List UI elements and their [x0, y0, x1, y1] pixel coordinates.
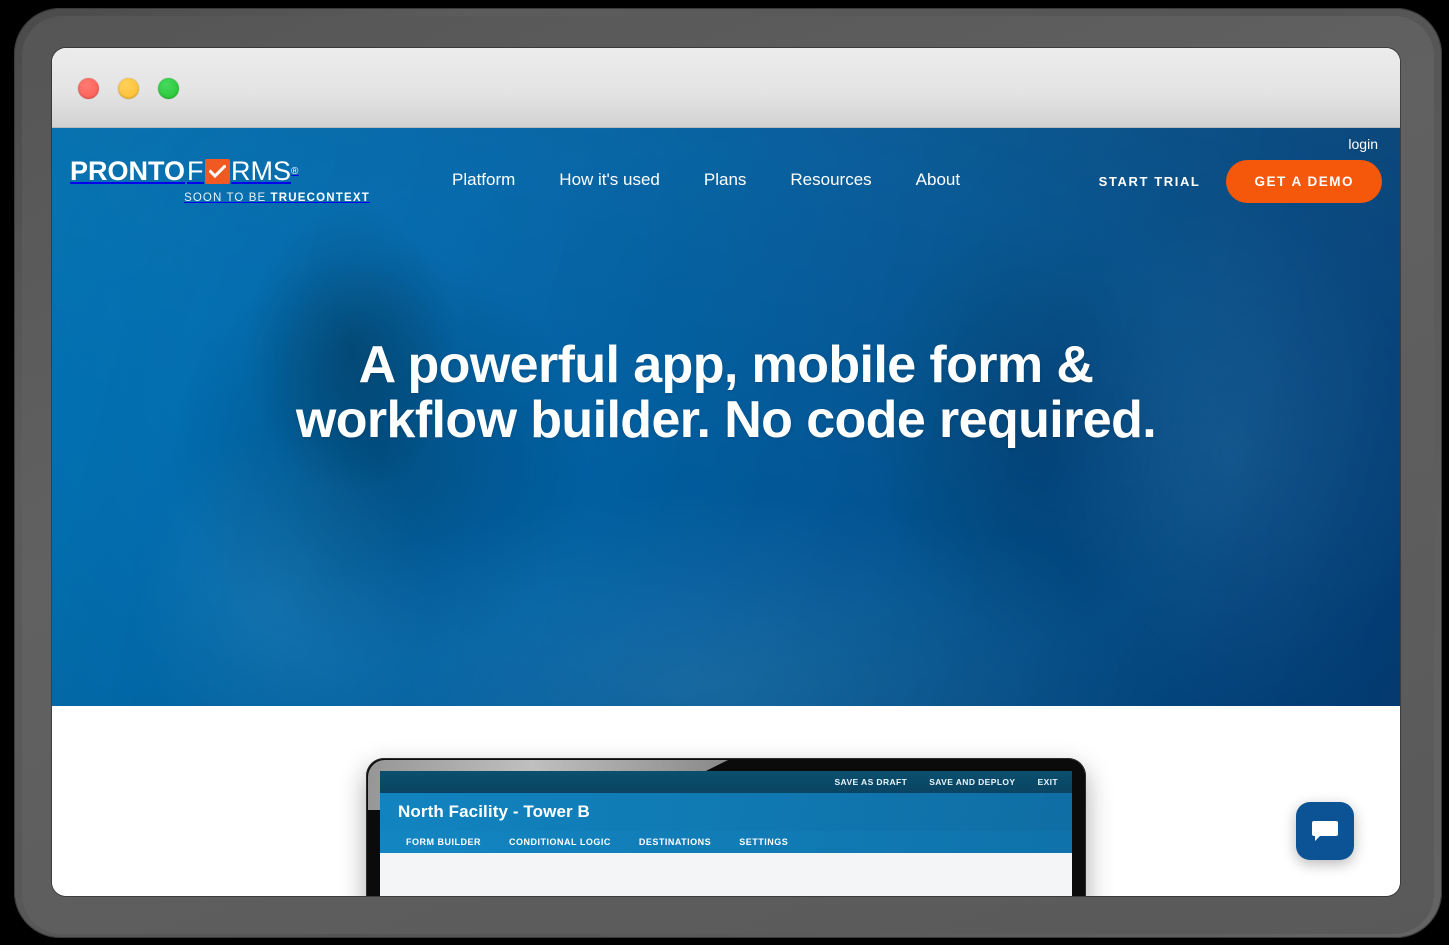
- close-button[interactable]: [78, 78, 99, 99]
- header-action-row: START TRIAL GET A DEMO: [1099, 160, 1382, 203]
- save-and-deploy-button[interactable]: SAVE AND DEPLOY: [929, 777, 1015, 787]
- nav-item-platform[interactable]: Platform: [452, 170, 515, 190]
- hero-section: PRONTO F RMS ® SOON TO BE TRUECONTEXT Platf…: [52, 128, 1400, 706]
- app-title-bar: North Facility - Tower B: [380, 793, 1072, 831]
- main-navigation: Platform How it's used Plans Resources A…: [452, 170, 960, 190]
- chat-bubble-icon: [1311, 819, 1339, 843]
- logo-tagline-brand: TRUECONTEXT: [270, 192, 370, 204]
- get-a-demo-button[interactable]: GET A DEMO: [1226, 160, 1382, 203]
- save-as-draft-button[interactable]: SAVE AS DRAFT: [834, 777, 907, 787]
- check-icon: [205, 159, 231, 184]
- nav-item-resources[interactable]: Resources: [790, 170, 871, 190]
- login-link[interactable]: login: [1348, 136, 1378, 152]
- tablet-screen: SAVE AS DRAFT SAVE AND DEPLOY EXIT North…: [380, 771, 1072, 896]
- nav-item-how-its-used[interactable]: How it's used: [559, 170, 660, 190]
- logo-tagline: SOON TO BE TRUECONTEXT: [70, 192, 370, 204]
- tablet-mockup: SAVE AS DRAFT SAVE AND DEPLOY EXIT North…: [366, 758, 1086, 896]
- nav-item-plans[interactable]: Plans: [704, 170, 747, 190]
- form-title: North Facility - Tower B: [398, 802, 590, 821]
- brand-logo[interactable]: PRONTO F RMS ® SOON TO BE TRUECONTEXT: [70, 158, 370, 205]
- tab-form-builder[interactable]: FORM BUILDER: [406, 837, 481, 847]
- exit-button[interactable]: EXIT: [1038, 777, 1059, 787]
- tab-destinations[interactable]: DESTINATIONS: [639, 837, 711, 847]
- window-controls: [78, 78, 179, 99]
- logo-f-text: F: [187, 156, 205, 186]
- hero-headline-line-1: A powerful app, mobile form &: [358, 336, 1094, 394]
- tab-conditional-logic[interactable]: CONDITIONAL LOGIC: [509, 837, 611, 847]
- tab-settings[interactable]: SETTINGS: [739, 837, 788, 847]
- logo-rms-text: RMS: [231, 156, 292, 186]
- browser-window: PRONTO F RMS ® SOON TO BE TRUECONTEXT Platf…: [52, 48, 1400, 896]
- hero-headline-line-2: workflow builder. No code required.: [295, 390, 1157, 449]
- showcase-section: SAVE AS DRAFT SAVE AND DEPLOY EXIT North…: [52, 706, 1400, 896]
- header-actions: login START TRIAL GET A DEMO: [1099, 136, 1382, 203]
- logo-wordmark: PRONTO F RMS ®: [70, 158, 370, 185]
- registered-mark: ®: [291, 165, 299, 177]
- minimize-button[interactable]: [118, 78, 139, 99]
- maximize-button[interactable]: [158, 78, 179, 99]
- app-toolbar: SAVE AS DRAFT SAVE AND DEPLOY EXIT: [380, 771, 1072, 793]
- nav-item-about[interactable]: About: [916, 170, 960, 190]
- browser-title-bar: [52, 48, 1400, 128]
- chat-widget-button[interactable]: [1296, 802, 1354, 860]
- hero-headline: A powerful app, mobile form & workflow b…: [52, 338, 1400, 447]
- logo-pronto-text: PRONTO: [70, 156, 186, 186]
- app-body: [380, 853, 1072, 896]
- site-header: PRONTO F RMS ® SOON TO BE TRUECONTEXT Platf…: [52, 128, 1400, 224]
- app-tab-bar: FORM BUILDER CONDITIONAL LOGIC DESTINATI…: [380, 831, 1072, 853]
- start-trial-button[interactable]: START TRIAL: [1099, 174, 1201, 189]
- logo-tagline-prefix: SOON TO BE: [184, 192, 271, 204]
